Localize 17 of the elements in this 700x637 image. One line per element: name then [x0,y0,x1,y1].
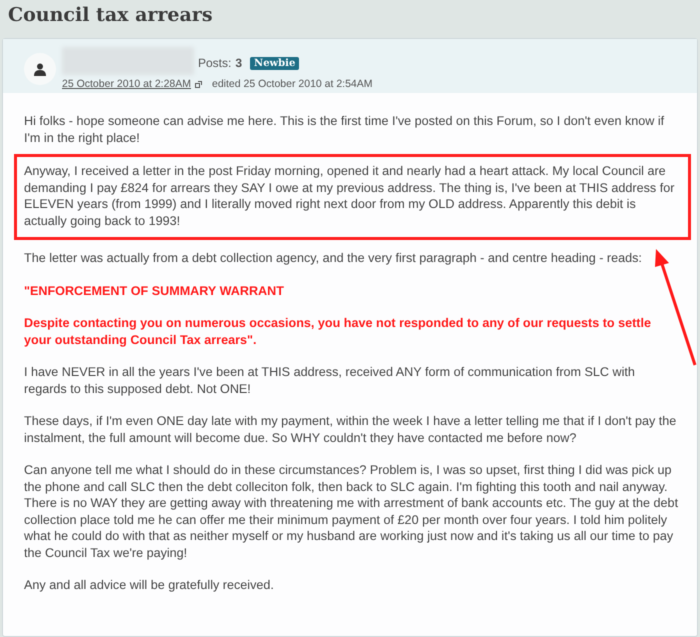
posts-count: 3 [235,56,242,70]
rank-badge: Newbie [250,56,300,70]
highlighted-paragraph: Anyway, I received a letter in the post Friday morning, opened it and nearly had a heart attack. My local Council are demanding I pay £824 for arrears they SAY I owe at my previous address. The thing is, I've been at THIS address for ELEVEN years (from 1999) and I literally moved right next door from my OLD address. Apparently this debit is actually going back to 1993! [14,154,691,240]
post-paragraph: I have NEVER in all the years I've been at THIS address, received ANY form of communication from SLC with regards to this supposed debt. Not ONE! [24,364,636,397]
post-paragraph: The letter was actually from a debt collection agency, and the very first paragraph - and centre heading - reads: [24,250,643,266]
quoted-text: "ENFORCEMENT OF SUMMARY WARRANT [24,282,285,299]
quoted-text: Despite contacting you on numerous occasions, you have not responded to any of our requests to settle your outstanding Council Tax arrears". [24,315,652,348]
link-icon [195,80,202,88]
post-date-link[interactable]: 25 October 2010 at 2:28AM [62,78,191,90]
posts-label: Posts: [198,56,232,70]
post-paragraph: These days, if I'm even ONE day late with my payment, within the week I have a letter telling me that if I don't pay the instalment, the full amount will become due. So WHY couldn't they have contacted me before now? [24,413,678,446]
edited-note: edited 25 October 2010 at 2:54AM [212,78,373,90]
post-paragraph: Any and all advice will be gratefully received. [24,577,275,594]
post-paragraph: Can anyone tell me what I should do in these circumstances? Problem is, I was so upset, first thing I did was pick up the phone and call SLC then the debt colleciton folk, then back to SLC again. I'm fighting this tooth and nail anyway. There is no WAY they are getting away with threatening me with arrestment of bank accounts etc. The guy at the debt collection place told me he can offer me their minimum payment of £20 per month over four years. I told him politely what he could do with that as neither myself or my husband are working just now and it's taking us all our time to pay the Council Tax we're paying! [24,462,679,561]
post-paragraph: Hi folks - hope someone can advise me here. This is the first time I've posted on this Forum, so I don't even know if I'm in the right place! [24,113,666,146]
thread-title: Council tax arrears [7,3,214,28]
avatar-icon [24,53,56,85]
